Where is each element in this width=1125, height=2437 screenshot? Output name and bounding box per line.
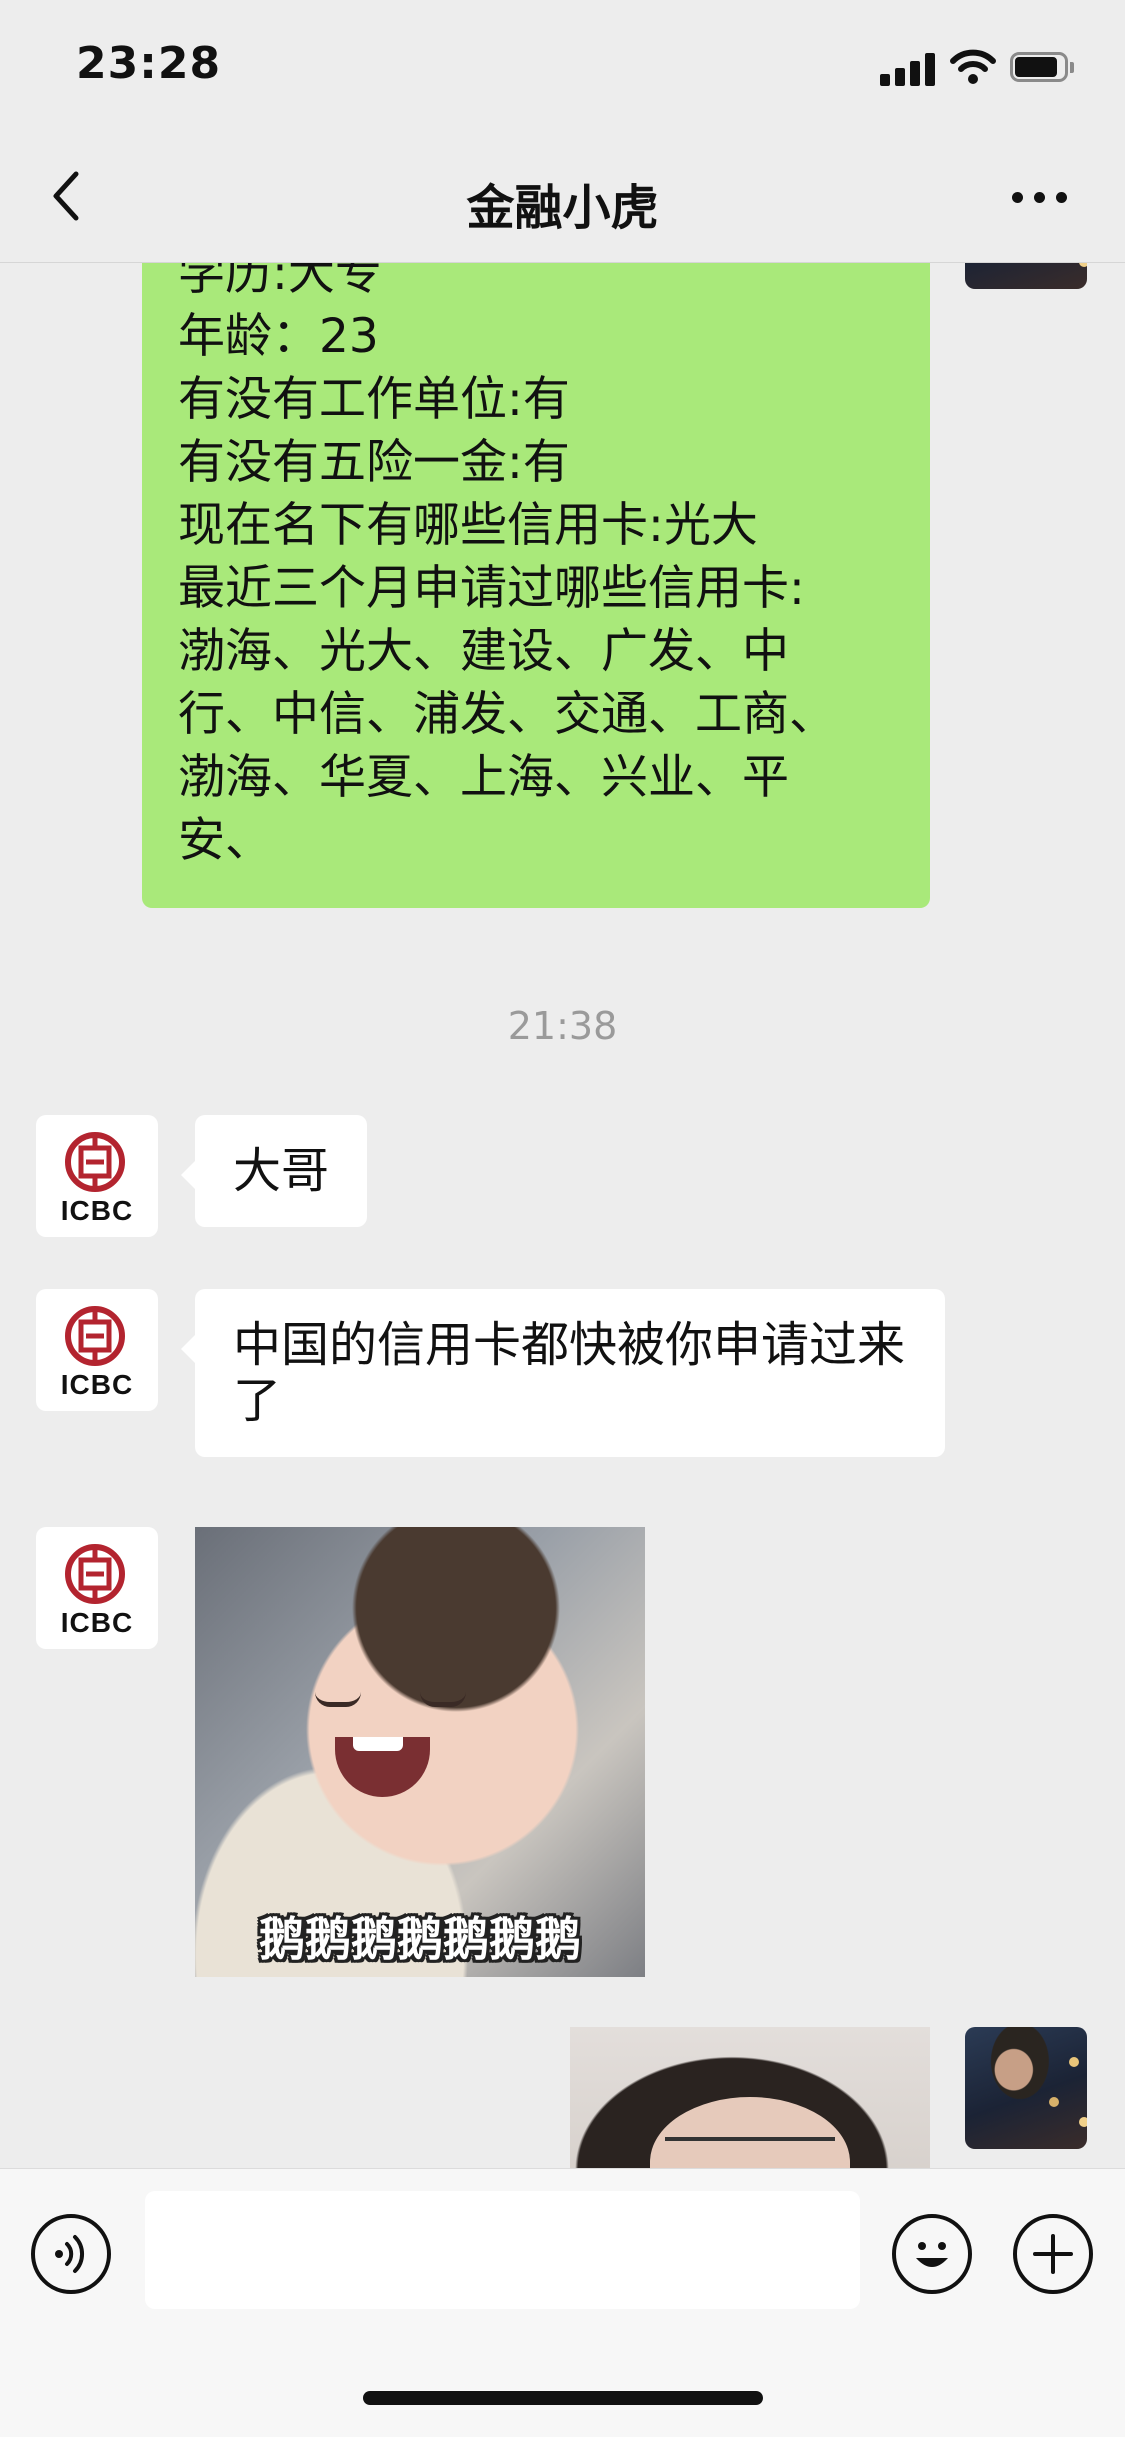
icbc-logo-icon bbox=[65, 1306, 125, 1366]
sticker-image[interactable]: 鹅鹅鹅鹅鹅鹅鹅 bbox=[195, 1527, 645, 1977]
message-line: 最近三个月申请过哪些信用卡: bbox=[178, 561, 805, 616]
self-avatar[interactable] bbox=[965, 2027, 1087, 2149]
contact-avatar[interactable]: ICBC bbox=[36, 1115, 158, 1237]
message-line: 有没有工作单位:有 bbox=[178, 372, 570, 427]
wifi-icon bbox=[950, 49, 996, 84]
status-bar: 23:28 bbox=[0, 0, 1125, 132]
contact-avatar[interactable]: ICBC bbox=[36, 1289, 158, 1411]
voice-icon bbox=[55, 2235, 85, 2273]
home-indicator[interactable] bbox=[363, 2391, 763, 2405]
icbc-logo-icon bbox=[65, 1544, 125, 1604]
icbc-logo-icon bbox=[65, 1132, 125, 1192]
message-line: 现在名下有哪些信用卡:光大 bbox=[178, 498, 758, 553]
received-message-bubble[interactable]: 中国的信用卡都快被你申请过来了 bbox=[181, 1289, 945, 1457]
message-line: 学历:大专 bbox=[178, 262, 382, 301]
message-line: 行、中信、浦发、交通、工商、 bbox=[178, 687, 836, 742]
chat-title: 金融小虎 bbox=[466, 180, 659, 236]
more-functions-button[interactable] bbox=[1013, 2214, 1093, 2294]
plus-icon bbox=[1033, 2234, 1073, 2274]
message-text: 中国的信用卡都快被你申请过来了 bbox=[233, 1317, 906, 1429]
nav-bar: 金融小虎 bbox=[0, 132, 1125, 263]
self-avatar[interactable] bbox=[965, 262, 1087, 289]
avatar-label: ICBC bbox=[60, 1369, 134, 1400]
message-timestamp: 21:38 bbox=[507, 1004, 618, 1048]
message-line: 有没有五险一金:有 bbox=[178, 435, 570, 490]
smiley-icon bbox=[916, 2242, 948, 2267]
message-input[interactable] bbox=[145, 2191, 860, 2309]
avatar-label: ICBC bbox=[60, 1607, 134, 1638]
more-options-icon[interactable] bbox=[1010, 184, 1070, 208]
message-line: 渤海、华夏、上海、兴业、平 bbox=[178, 750, 789, 805]
sent-message-bubble[interactable]: 学历:大专 年龄：23 有没有工作单位:有 有没有五险一金:有 现在名下有哪些信… bbox=[142, 262, 930, 908]
emoji-button[interactable] bbox=[892, 2214, 972, 2294]
signal-icon bbox=[880, 52, 936, 86]
chat-area[interactable]: 学历:大专 年龄：23 有没有工作单位:有 有没有五险一金:有 现在名下有哪些信… bbox=[0, 262, 1125, 2168]
sent-image[interactable] bbox=[570, 2027, 930, 2168]
status-time: 23:28 bbox=[76, 38, 222, 89]
message-text: 大哥 bbox=[233, 1143, 330, 1199]
message-line: 年龄：23 bbox=[178, 309, 379, 364]
battery-icon bbox=[1010, 52, 1074, 84]
input-bar bbox=[0, 2168, 1125, 2437]
voice-input-button[interactable] bbox=[31, 2214, 111, 2294]
received-message-bubble[interactable]: 大哥 bbox=[180, 1115, 368, 1227]
contact-avatar[interactable]: ICBC bbox=[36, 1527, 158, 1649]
message-line: 安、 bbox=[178, 813, 272, 868]
avatar-label: ICBC bbox=[60, 1195, 134, 1226]
sticker-caption: 鹅鹅鹅鹅鹅鹅鹅 bbox=[259, 1912, 581, 1966]
message-line: 渤海、光大、建设、广发、中 bbox=[178, 624, 789, 679]
